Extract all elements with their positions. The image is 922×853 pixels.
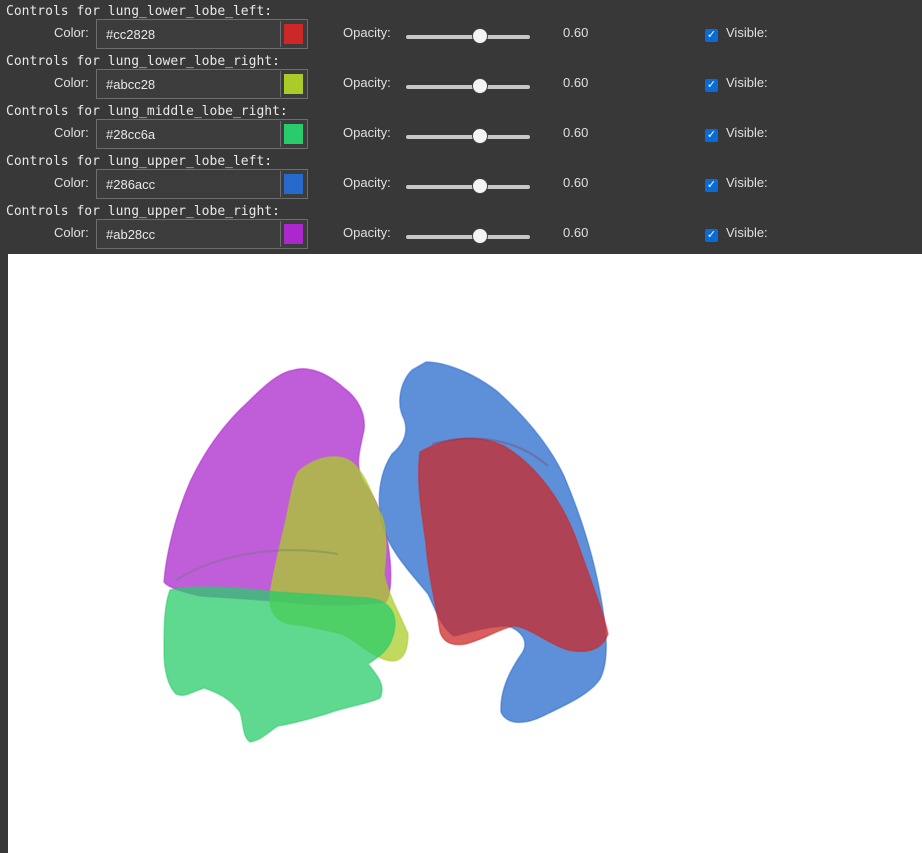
color-label: Color: [54,225,89,240]
checkmark-icon: ✓ [706,129,717,141]
color-picker[interactable]: #286acc [96,169,308,199]
visible-label: Visible: [726,175,768,190]
opacity-label: Opacity: [343,75,391,90]
lobe-lung_middle_lobe_right [163,586,396,743]
color-picker[interactable]: #abcc28 [96,69,308,99]
opacity-value: 0.60 [563,125,589,140]
visible-label: Visible: [726,225,768,240]
color-label: Color: [54,125,89,140]
checkmark-icon: ✓ [706,29,717,41]
color-picker[interactable]: #28cc6a [96,119,308,149]
swatch-fill [284,224,303,244]
visible-checkbox[interactable]: ✓ [705,179,718,192]
lobe-control-group: Controls for lung_upper_lobe_right: Colo… [0,200,922,250]
visible-label: Visible: [726,125,768,140]
opacity-slider-thumb[interactable] [472,178,489,194]
group-header: Controls for lung_upper_lobe_right: [6,204,280,219]
opacity-label: Opacity: [343,125,391,140]
visible-checkbox[interactable]: ✓ [705,29,718,42]
opacity-slider[interactable] [406,128,530,144]
checkmark-icon: ✓ [706,179,717,191]
lobe-control-group: Controls for lung_lower_lobe_right: Colo… [0,50,922,100]
checkmark-icon: ✓ [706,79,717,91]
swatch-fill [284,24,303,44]
color-picker[interactable]: #ab28cc [96,219,308,249]
visible-checkbox[interactable]: ✓ [705,229,718,242]
visible-checkbox[interactable]: ✓ [705,79,718,92]
lobe-controls-panel: Controls for lung_lower_lobe_left: Color… [0,0,922,254]
lung-render[interactable] [8,254,922,853]
color-label: Color: [54,175,89,190]
group-header: Controls for lung_middle_lobe_right: [6,104,288,119]
group-header: Controls for lung_lower_lobe_left: [6,4,273,19]
color-hex-value[interactable]: #cc2828 [106,27,155,42]
checkmark-icon: ✓ [706,229,717,241]
color-swatch[interactable] [280,71,306,97]
opacity-slider[interactable] [406,178,530,194]
opacity-label: Opacity: [343,175,391,190]
opacity-slider-thumb[interactable] [472,128,489,144]
group-header: Controls for lung_lower_lobe_right: [6,54,280,69]
opacity-value: 0.60 [563,75,589,90]
lobe-control-group: Controls for lung_middle_lobe_right: Col… [0,100,922,150]
visible-checkbox[interactable]: ✓ [705,129,718,142]
opacity-value: 0.60 [563,25,589,40]
group-header: Controls for lung_upper_lobe_left: [6,154,273,169]
opacity-slider-thumb[interactable] [472,28,489,44]
opacity-slider-thumb[interactable] [472,78,489,94]
color-label: Color: [54,25,89,40]
opacity-slider[interactable] [406,228,530,244]
opacity-label: Opacity: [343,225,391,240]
color-hex-value[interactable]: #28cc6a [106,127,155,142]
swatch-fill [284,174,303,194]
visible-label: Visible: [726,25,768,40]
color-hex-value[interactable]: #ab28cc [106,227,155,242]
opacity-slider-thumb[interactable] [472,228,489,244]
swatch-fill [284,124,303,144]
lobe-control-group: Controls for lung_upper_lobe_left: Color… [0,150,922,200]
opacity-value: 0.60 [563,225,589,240]
opacity-label: Opacity: [343,25,391,40]
opacity-value: 0.60 [563,175,589,190]
swatch-fill [284,74,303,94]
3d-viewer[interactable] [8,254,922,853]
opacity-slider[interactable] [406,28,530,44]
color-hex-value[interactable]: #abcc28 [106,77,155,92]
lobe-control-group: Controls for lung_lower_lobe_left: Color… [0,0,922,50]
color-picker[interactable]: #cc2828 [96,19,308,49]
color-swatch[interactable] [280,21,306,47]
opacity-slider[interactable] [406,78,530,94]
color-hex-value[interactable]: #286acc [106,177,155,192]
color-swatch[interactable] [280,121,306,147]
color-label: Color: [54,75,89,90]
visible-label: Visible: [726,75,768,90]
color-swatch[interactable] [280,171,306,197]
color-swatch[interactable] [280,221,306,247]
